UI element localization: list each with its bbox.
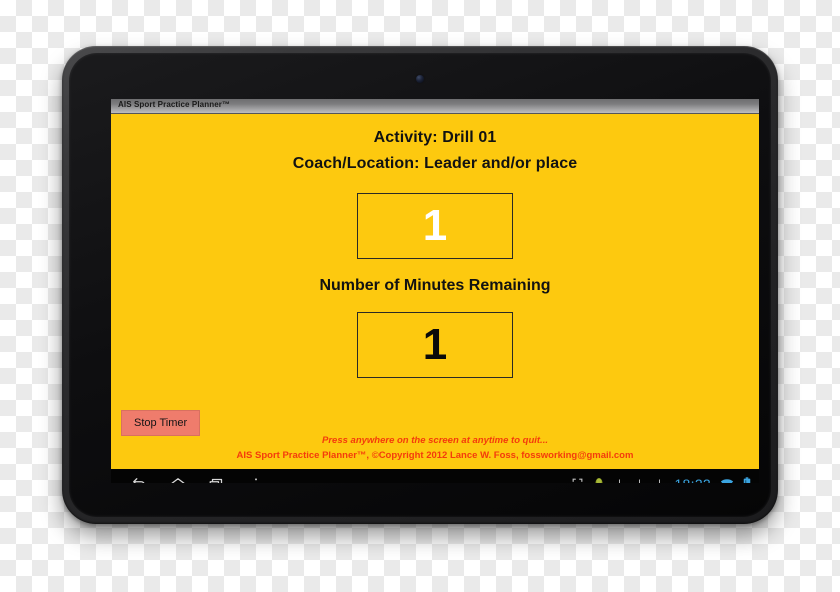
front-camera-icon xyxy=(416,75,424,83)
quit-hint-text: Press anywhere on the screen at anytime … xyxy=(322,435,548,446)
android-app-icon[interactable] xyxy=(593,477,605,483)
tablet-screen: AIS Sport Practice Planner™ Activity: Dr… xyxy=(111,99,759,483)
battery-icon[interactable] xyxy=(743,477,751,483)
navigation-buttons xyxy=(111,474,266,483)
tablet-bezel: AIS Sport Practice Planner™ Activity: Dr… xyxy=(69,53,771,517)
app-title-bar: AIS Sport Practice Planner™ xyxy=(111,99,759,114)
coach-location-line: Coach/Location: Leader and/or place xyxy=(292,155,578,172)
recent-apps-icon[interactable] xyxy=(207,474,227,483)
download-icon[interactable] xyxy=(654,478,665,483)
activity-line: Activity: Drill 01 xyxy=(373,129,497,146)
copyright-text: AIS Sport Practice Planner™, ©Copyright … xyxy=(236,450,634,461)
back-icon[interactable] xyxy=(129,474,149,483)
remaining-minutes-box: 1 xyxy=(357,312,513,378)
wifi-icon[interactable] xyxy=(720,478,734,483)
tablet-device: AIS Sport Practice Planner™ Activity: Dr… xyxy=(62,46,778,524)
app-title: AIS Sport Practice Planner™ xyxy=(118,100,231,109)
app-content[interactable]: Activity: Drill 01 Coach/Location: Leade… xyxy=(111,114,759,469)
footer: Press anywhere on the screen at anytime … xyxy=(111,435,759,461)
overflow-menu-icon[interactable] xyxy=(246,474,266,483)
elapsed-minutes-value: 1 xyxy=(422,201,448,250)
download-icon[interactable] xyxy=(614,478,625,483)
download-icon[interactable] xyxy=(634,478,645,483)
elapsed-minutes-box: 1 xyxy=(357,193,513,259)
stop-timer-button[interactable]: Stop Timer xyxy=(121,410,201,436)
status-clock[interactable]: 18:22 xyxy=(674,476,711,484)
remaining-minutes-value: 1 xyxy=(422,320,448,369)
home-icon[interactable] xyxy=(168,474,188,483)
minutes-remaining-label: Number of Minutes Remaining xyxy=(319,277,551,294)
fullscreen-icon[interactable] xyxy=(571,477,584,483)
android-system-bar: 18:22 xyxy=(111,469,759,483)
status-icons: 18:22 xyxy=(571,469,751,483)
